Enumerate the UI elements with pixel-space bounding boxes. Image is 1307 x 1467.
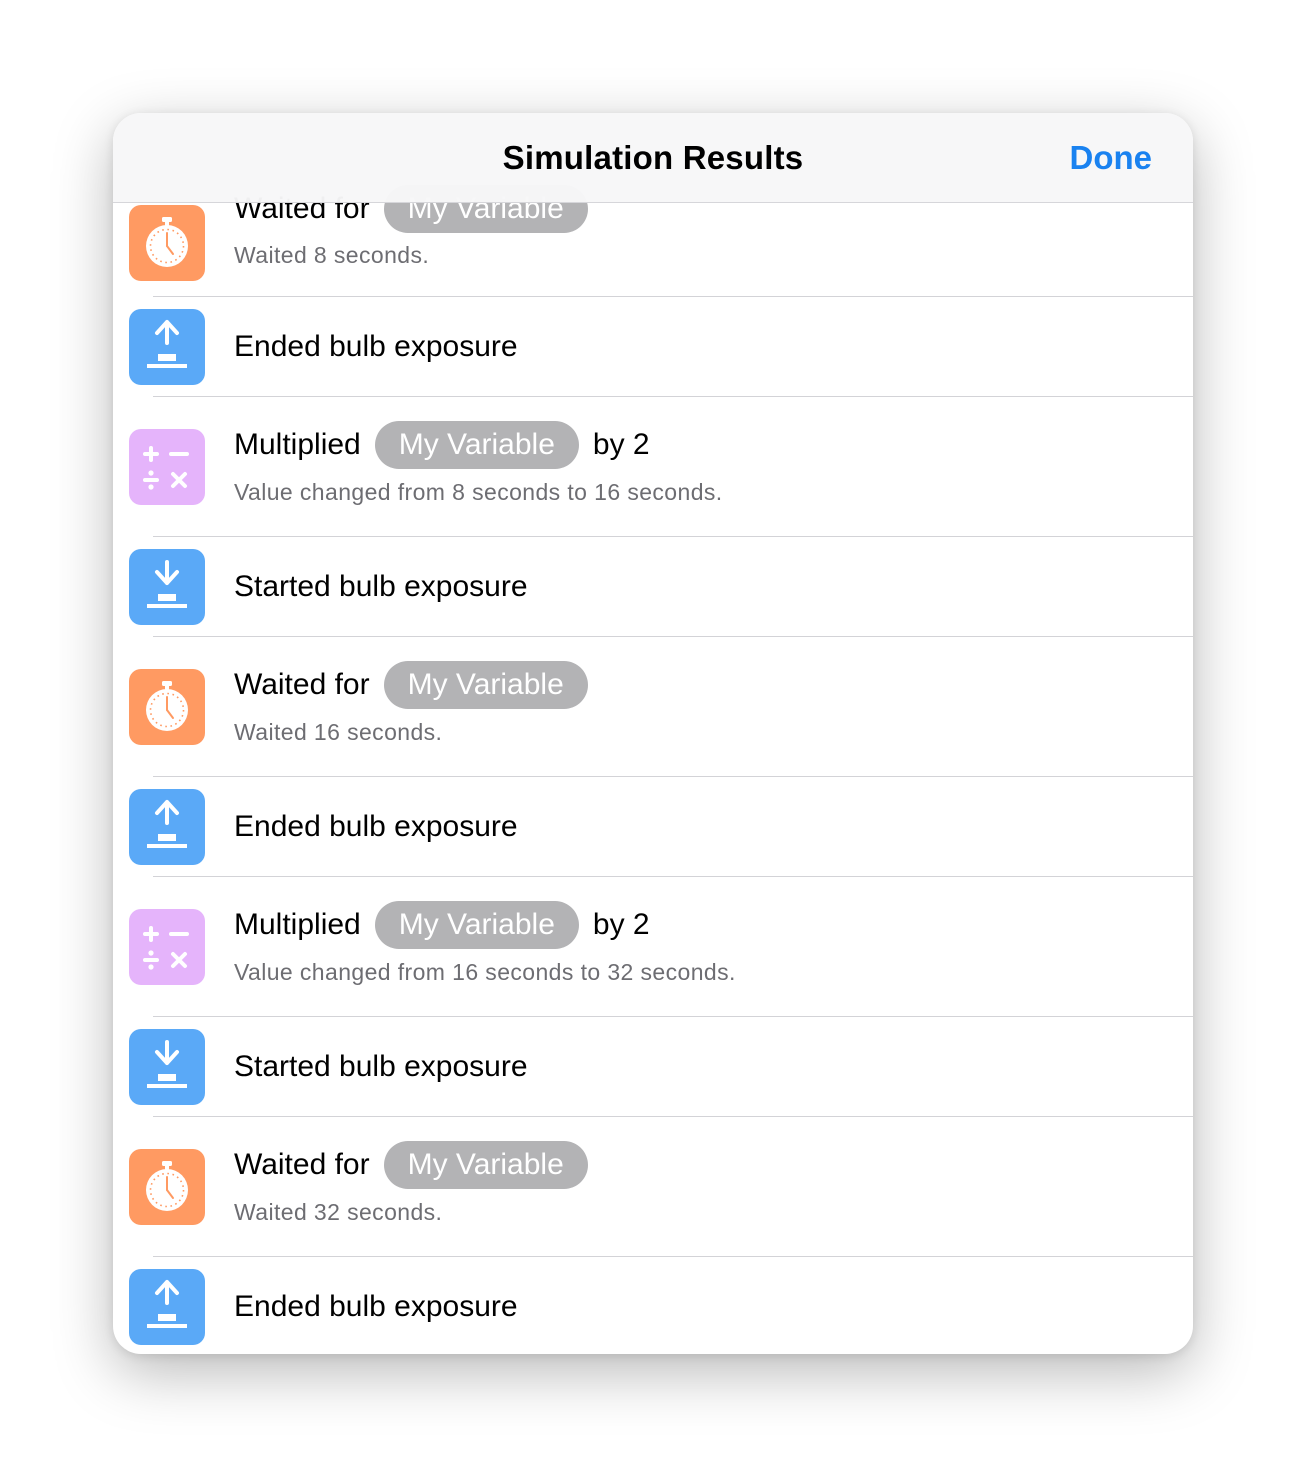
row-action-line: Ended bulb exposure [234,803,518,851]
stopwatch-icon [129,669,205,745]
simulation-results-sheet: Waited for My Variable Waited 8 seconds.… [113,113,1193,1354]
action-suffix: by 2 [592,908,650,941]
list-item: Started bulb exposure [113,1017,1193,1117]
list-item: Ended bulb exposure [113,1257,1193,1354]
variable-pill[interactable]: My Variable [374,421,579,469]
action-text: Ended bulb exposure [234,810,518,843]
action-text: Waited for [234,1148,370,1181]
row-detail: Value changed from 16 seconds to 32 seco… [234,959,736,985]
action-text: Waited for [234,668,370,701]
action-suffix: by 2 [592,428,650,461]
variable-pill[interactable]: My Variable [383,661,588,709]
stopwatch-icon [129,205,205,281]
action-text: Started bulb exposure [234,570,528,603]
done-button[interactable]: Done [1070,113,1153,202]
list-item: Waited for My Variable Waited 16 seconds… [113,637,1193,777]
row-action-line: Started bulb exposure [234,563,528,611]
page-title: Simulation Results [502,139,804,176]
download-arrow-icon [129,549,205,625]
variable-pill[interactable]: My Variable [374,901,579,949]
row-action-line: Ended bulb exposure [234,323,518,371]
row-detail: Waited 8 seconds. [234,242,430,268]
stopwatch-icon [129,1149,205,1225]
action-text: Started bulb exposure [234,1050,528,1083]
row-action-line: Started bulb exposure [234,1043,528,1091]
navigation-bar: Simulation Results Done [113,113,1193,203]
row-action-line: Multiplied My Variable by 2 [234,901,650,949]
list-item: Multiplied My Variable by 2 Value change… [113,877,1193,1017]
download-arrow-icon [129,1029,205,1105]
list-item: Ended bulb exposure [113,777,1193,877]
row-detail: Waited 32 seconds. [234,1199,443,1225]
results-list[interactable]: Waited for My Variable Waited 8 seconds.… [113,113,1193,1354]
list-item: Started bulb exposure [113,537,1193,637]
row-action-line: Ended bulb exposure [234,1283,518,1331]
action-text: Ended bulb exposure [234,1290,518,1323]
action-text: Multiplied [234,428,361,461]
upload-arrow-icon [129,309,205,385]
row-action-line: Waited for My Variable [234,661,602,709]
upload-arrow-icon [129,1269,205,1345]
row-action-line: Multiplied My Variable by 2 [234,421,650,469]
calculator-icon [129,429,205,505]
list-item: Ended bulb exposure [113,297,1193,397]
calculator-icon [129,909,205,985]
variable-pill[interactable]: My Variable [383,1141,588,1189]
list-item: Waited for My Variable Waited 32 seconds… [113,1117,1193,1257]
row-detail: Value changed from 8 seconds to 16 secon… [234,479,723,505]
action-text: Multiplied [234,908,361,941]
list-item: Multiplied My Variable by 2 Value change… [113,397,1193,537]
action-text: Ended bulb exposure [234,330,518,363]
row-detail: Waited 16 seconds. [234,719,443,745]
row-action-line: Waited for My Variable [234,1141,602,1189]
upload-arrow-icon [129,789,205,865]
